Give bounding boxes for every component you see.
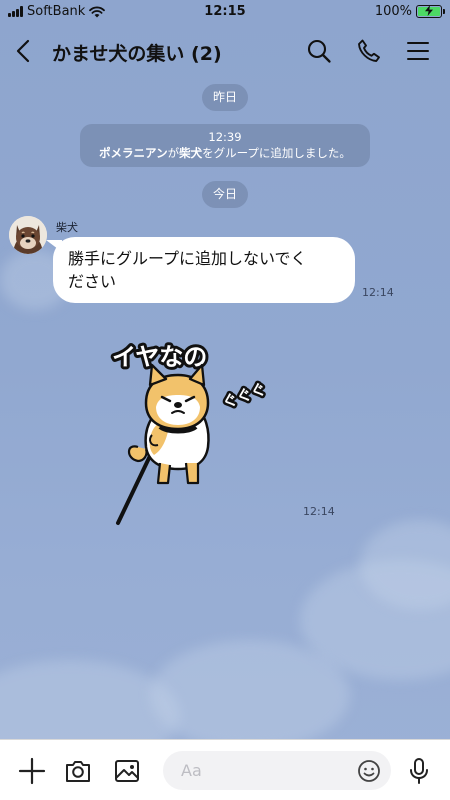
system-suffix: をグループに追加しました。 bbox=[202, 146, 351, 160]
camera-icon[interactable] bbox=[64, 757, 92, 785]
system-mid: が bbox=[167, 146, 180, 160]
sticker-caption: イヤなの bbox=[112, 343, 207, 371]
menu-icon[interactable] bbox=[405, 38, 431, 64]
image-icon[interactable] bbox=[113, 757, 141, 785]
system-target: 柴犬 bbox=[179, 146, 203, 160]
message-bubble[interactable]: 勝手にグループに追加しないでく ださい bbox=[53, 237, 355, 303]
chat-header: かませ犬の集い (2) bbox=[0, 28, 450, 74]
sender-name: 柴犬 bbox=[56, 221, 78, 234]
shiba-avatar-image bbox=[9, 216, 47, 254]
system-message-text: ポメラニアンが柴犬をグループに追加しました。 bbox=[80, 145, 370, 161]
phone-icon[interactable] bbox=[356, 38, 382, 64]
system-message-time: 12:39 bbox=[208, 130, 242, 144]
background-cloud bbox=[150, 640, 350, 750]
system-message: 12:39 ポメラニアンが柴犬をグループに追加しました。 bbox=[80, 124, 370, 167]
shiba-sticker[interactable]: イヤなの イヤなの ぐぐぐ ぐぐぐ bbox=[108, 335, 268, 530]
back-icon[interactable] bbox=[12, 38, 36, 64]
sticker-time: 12:14 bbox=[303, 505, 335, 518]
date-chip-today: 今日 bbox=[202, 181, 248, 208]
date-chip-yesterday: 昨日 bbox=[202, 84, 248, 111]
message-time: 12:14 bbox=[362, 286, 394, 299]
system-actor: ポメラニアン bbox=[99, 146, 168, 160]
chat-title: かませ犬の集い (2) bbox=[52, 43, 222, 65]
search-icon[interactable] bbox=[306, 38, 332, 64]
microphone-icon[interactable] bbox=[405, 757, 433, 785]
battery-icon bbox=[416, 5, 445, 18]
emoji-icon[interactable] bbox=[357, 759, 381, 783]
avatar[interactable] bbox=[9, 216, 47, 254]
message-text-line-1: 勝手にグループに追加しないでく bbox=[68, 249, 307, 268]
message-text-line-2: ださい bbox=[68, 272, 117, 291]
input-toolbar bbox=[0, 739, 450, 800]
charging-bolt-icon bbox=[425, 5, 433, 16]
battery-percent: 100% bbox=[374, 4, 412, 19]
plus-icon[interactable] bbox=[18, 757, 46, 785]
sticker-sfx: ぐぐぐ bbox=[220, 380, 268, 412]
chat-screen: SoftBank 12:15 100% かませ犬の集い (2) 昨日 12:39… bbox=[0, 0, 450, 800]
status-right: 100% bbox=[374, 4, 445, 19]
status-bar: SoftBank 12:15 100% bbox=[0, 0, 450, 24]
